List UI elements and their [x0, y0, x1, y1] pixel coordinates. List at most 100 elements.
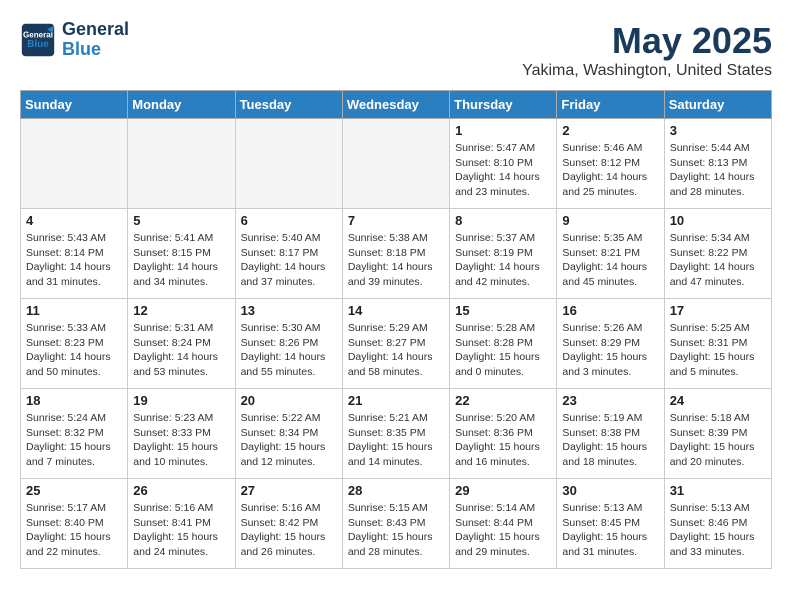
day-info: Sunrise: 5:40 AM Sunset: 8:17 PM Dayligh… [241, 231, 337, 290]
day-number: 20 [241, 393, 337, 408]
calendar-cell: 27 Sunrise: 5:16 AM Sunset: 8:42 PM Dayli… [235, 479, 342, 569]
day-info: Sunrise: 5:14 AM Sunset: 8:44 PM Dayligh… [455, 501, 551, 560]
calendar-cell: 30Sunrise: 5:13 AM Sunset: 8:45 PM Dayli… [557, 479, 664, 569]
day-number: 21 [348, 393, 444, 408]
day-info: Sunrise: 5:20 AM Sunset: 8:36 PM Dayligh… [455, 411, 551, 470]
day-info: Sunrise: 5:33 AM Sunset: 8:23 PM Dayligh… [26, 321, 122, 380]
calendar-cell: 15 Sunrise: 5:28 AM Sunset: 8:28 PM Dayli… [450, 299, 557, 389]
day-info: Sunrise: 5:37 AM Sunset: 8:19 PM Dayligh… [455, 231, 551, 290]
day-number: 31 [670, 483, 766, 498]
day-number: 19 [133, 393, 229, 408]
day-info: Sunrise: 5:17 AM Sunset: 8:40 PM Dayligh… [26, 501, 122, 560]
calendar-cell [342, 119, 449, 209]
week-row-2: 4 Sunrise: 5:43 AM Sunset: 8:14 PM Daylig… [21, 209, 772, 299]
calendar-cell: 1Sunrise: 5:47 AM Sunset: 8:10 PM Daylig… [450, 119, 557, 209]
day-info: Sunrise: 5:31 AM Sunset: 8:24 PM Dayligh… [133, 321, 229, 380]
calendar-cell: 25Sunrise: 5:17 AM Sunset: 8:40 PM Dayli… [21, 479, 128, 569]
logo: General Blue General Blue [20, 20, 129, 60]
day-info: Sunrise: 5:21 AM Sunset: 8:35 PM Dayligh… [348, 411, 444, 470]
column-header-tuesday: Tuesday [235, 91, 342, 119]
day-number: 12 [133, 303, 229, 318]
day-number: 13 [241, 303, 337, 318]
calendar-cell: 13 Sunrise: 5:30 AM Sunset: 8:26 PM Dayli… [235, 299, 342, 389]
day-number: 14 [348, 303, 444, 318]
day-number: 22 [455, 393, 551, 408]
day-info: Sunrise: 5:43 AM Sunset: 8:14 PM Dayligh… [26, 231, 122, 290]
day-number: 18 [26, 393, 122, 408]
day-number: 10 [670, 213, 766, 228]
page-header: General Blue General Blue May 2025 Yakim… [20, 20, 772, 80]
calendar-cell: 4 Sunrise: 5:43 AM Sunset: 8:14 PM Daylig… [21, 209, 128, 299]
calendar-cell: 6 Sunrise: 5:40 AM Sunset: 8:17 PM Daylig… [235, 209, 342, 299]
calendar-table: SundayMondayTuesdayWednesdayThursdayFrid… [20, 90, 772, 569]
calendar-cell: 29 Sunrise: 5:14 AM Sunset: 8:44 PM Dayli… [450, 479, 557, 569]
day-info: Sunrise: 5:16 AM Sunset: 8:41 PM Dayligh… [133, 501, 229, 560]
day-number: 2 [562, 123, 658, 138]
calendar-cell: 17 Sunrise: 5:25 AM Sunset: 8:31 PM Dayli… [664, 299, 771, 389]
day-info: Sunrise: 5:18 AM Sunset: 8:39 PM Dayligh… [670, 411, 766, 470]
calendar-cell: 21 Sunrise: 5:21 AM Sunset: 8:35 PM Dayli… [342, 389, 449, 479]
calendar-cell: 31 Sunrise: 5:13 AM Sunset: 8:46 PM Dayli… [664, 479, 771, 569]
day-info: Sunrise: 5:25 AM Sunset: 8:31 PM Dayligh… [670, 321, 766, 380]
week-row-3: 11 Sunrise: 5:33 AM Sunset: 8:23 PM Dayli… [21, 299, 772, 389]
calendar-cell: 20 Sunrise: 5:22 AM Sunset: 8:34 PM Dayli… [235, 389, 342, 479]
calendar-cell: 12 Sunrise: 5:31 AM Sunset: 8:24 PM Dayli… [128, 299, 235, 389]
calendar-cell: 22 Sunrise: 5:20 AM Sunset: 8:36 PM Dayli… [450, 389, 557, 479]
day-number: 6 [241, 213, 337, 228]
column-header-monday: Monday [128, 91, 235, 119]
calendar-cell: 9 Sunrise: 5:35 AM Sunset: 8:21 PM Daylig… [557, 209, 664, 299]
day-info: Sunrise: 5:24 AM Sunset: 8:32 PM Dayligh… [26, 411, 122, 470]
calendar-cell: 26 Sunrise: 5:16 AM Sunset: 8:41 PM Dayli… [128, 479, 235, 569]
logo-icon: General Blue [20, 22, 56, 58]
day-info: Sunrise: 5:44 AM Sunset: 8:13 PM Dayligh… [670, 141, 766, 200]
logo-text: General Blue [62, 20, 129, 60]
calendar-header-row: SundayMondayTuesdayWednesdayThursdayFrid… [21, 91, 772, 119]
calendar-cell: 5Sunrise: 5:41 AM Sunset: 8:15 PM Daylig… [128, 209, 235, 299]
day-info: Sunrise: 5:29 AM Sunset: 8:27 PM Dayligh… [348, 321, 444, 380]
day-number: 8 [455, 213, 551, 228]
day-number: 3 [670, 123, 766, 138]
day-info: Sunrise: 5:22 AM Sunset: 8:34 PM Dayligh… [241, 411, 337, 470]
day-number: 4 [26, 213, 122, 228]
location: Yakima, Washington, United States [522, 62, 772, 80]
day-number: 11 [26, 303, 122, 318]
calendar-cell: 16 Sunrise: 5:26 AM Sunset: 8:29 PM Dayli… [557, 299, 664, 389]
svg-text:Blue: Blue [27, 39, 49, 50]
column-header-friday: Friday [557, 91, 664, 119]
day-number: 26 [133, 483, 229, 498]
day-info: Sunrise: 5:15 AM Sunset: 8:43 PM Dayligh… [348, 501, 444, 560]
day-number: 9 [562, 213, 658, 228]
day-info: Sunrise: 5:26 AM Sunset: 8:29 PM Dayligh… [562, 321, 658, 380]
day-number: 1 [455, 123, 551, 138]
day-info: Sunrise: 5:13 AM Sunset: 8:45 PM Dayligh… [562, 501, 658, 560]
column-header-saturday: Saturday [664, 91, 771, 119]
calendar-cell: 10Sunrise: 5:34 AM Sunset: 8:22 PM Dayli… [664, 209, 771, 299]
day-number: 16 [562, 303, 658, 318]
day-info: Sunrise: 5:35 AM Sunset: 8:21 PM Dayligh… [562, 231, 658, 290]
day-info: Sunrise: 5:13 AM Sunset: 8:46 PM Dayligh… [670, 501, 766, 560]
day-number: 23 [562, 393, 658, 408]
week-row-5: 25Sunrise: 5:17 AM Sunset: 8:40 PM Dayli… [21, 479, 772, 569]
day-number: 17 [670, 303, 766, 318]
day-info: Sunrise: 5:30 AM Sunset: 8:26 PM Dayligh… [241, 321, 337, 380]
title-block: May 2025 Yakima, Washington, United Stat… [522, 20, 772, 80]
day-number: 29 [455, 483, 551, 498]
calendar-cell: 11 Sunrise: 5:33 AM Sunset: 8:23 PM Dayli… [21, 299, 128, 389]
day-number: 24 [670, 393, 766, 408]
day-number: 28 [348, 483, 444, 498]
column-header-sunday: Sunday [21, 91, 128, 119]
day-number: 27 [241, 483, 337, 498]
day-number: 15 [455, 303, 551, 318]
calendar-cell: 3 Sunrise: 5:44 AM Sunset: 8:13 PM Daylig… [664, 119, 771, 209]
calendar-cell: 23 Sunrise: 5:19 AM Sunset: 8:38 PM Dayli… [557, 389, 664, 479]
calendar-cell [21, 119, 128, 209]
day-info: Sunrise: 5:23 AM Sunset: 8:33 PM Dayligh… [133, 411, 229, 470]
day-info: Sunrise: 5:19 AM Sunset: 8:38 PM Dayligh… [562, 411, 658, 470]
calendar-cell: 2Sunrise: 5:46 AM Sunset: 8:12 PM Daylig… [557, 119, 664, 209]
calendar-cell: 7Sunrise: 5:38 AM Sunset: 8:18 PM Daylig… [342, 209, 449, 299]
calendar-cell: 14 Sunrise: 5:29 AM Sunset: 8:27 PM Dayli… [342, 299, 449, 389]
day-info: Sunrise: 5:28 AM Sunset: 8:28 PM Dayligh… [455, 321, 551, 380]
month-title: May 2025 [522, 20, 772, 62]
day-info: Sunrise: 5:16 AM Sunset: 8:42 PM Dayligh… [241, 501, 337, 560]
calendar-cell [235, 119, 342, 209]
